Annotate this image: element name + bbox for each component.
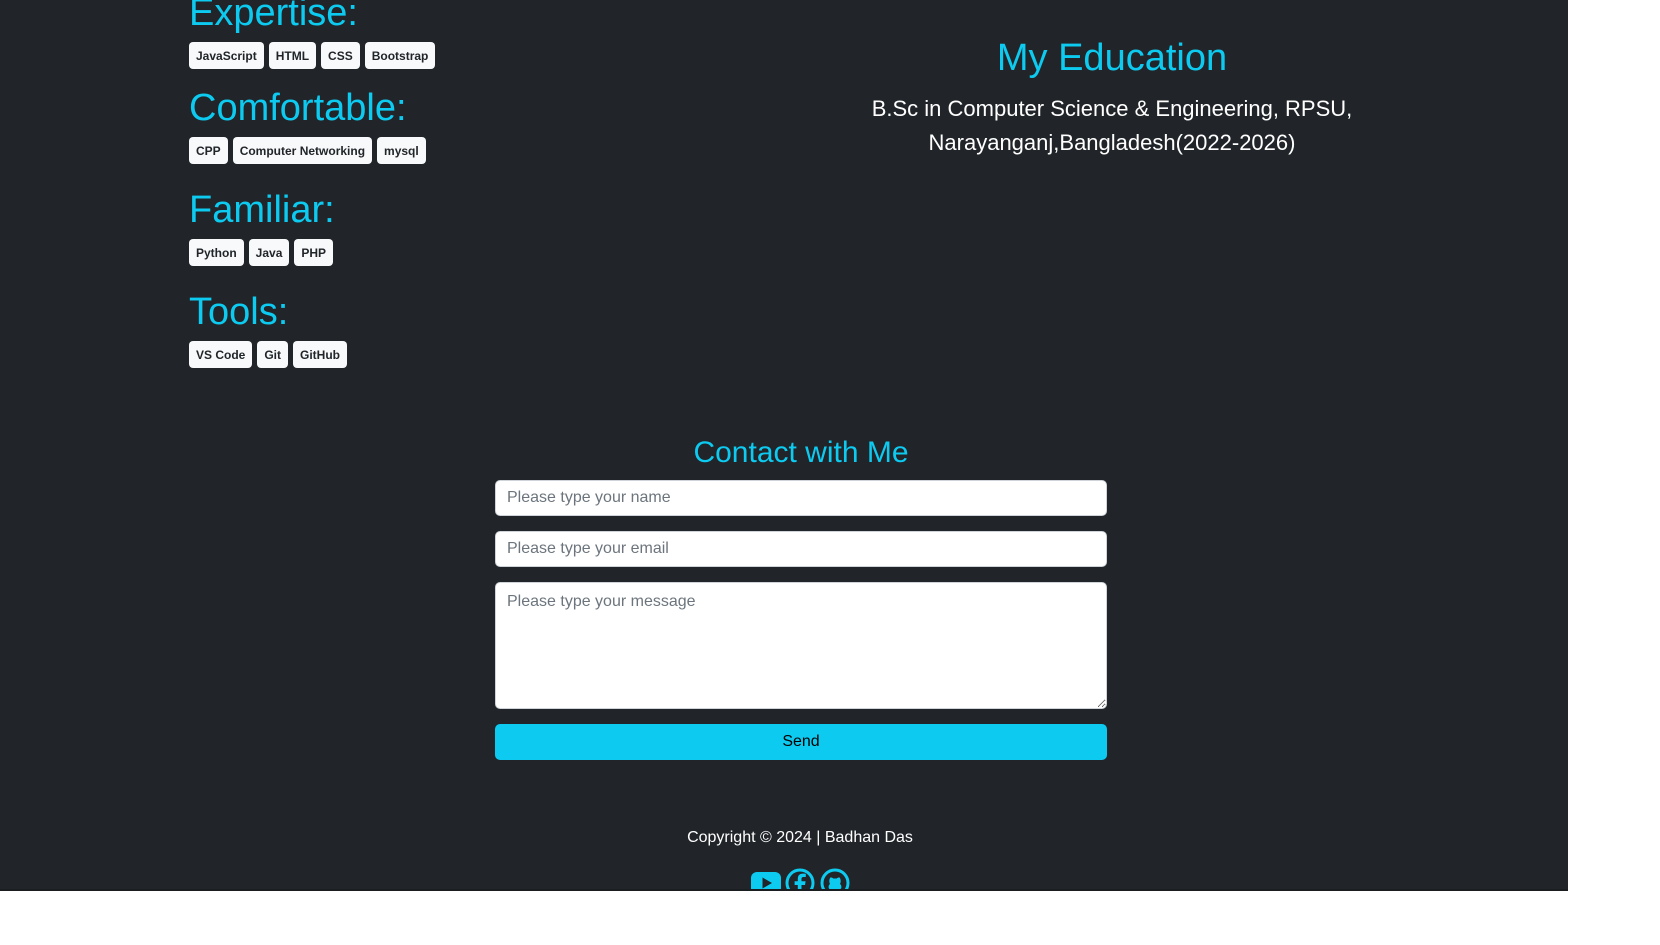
name-input[interactable] [495, 480, 1107, 516]
portfolio-page: Expertise: JavaScript HTML CSS Bootstrap… [0, 0, 1568, 889]
skill-badge-github: GitHub [293, 341, 348, 368]
tools-heading: Tools: [189, 291, 289, 333]
education-details: B.Sc in Computer Science & Engineering, … [850, 92, 1374, 160]
youtube-link[interactable] [750, 868, 781, 889]
page-bottom-border [0, 889, 1568, 891]
skill-badge-php: PHP [294, 239, 334, 266]
expertise-badges: JavaScript HTML CSS Bootstrap [189, 42, 436, 69]
comfortable-badges: CPP Computer Networking mysql [189, 137, 426, 164]
skill-badge-cpp: CPP [189, 137, 228, 164]
facebook-link[interactable] [785, 868, 815, 889]
skill-badge-vs-code: VS Code [189, 341, 253, 368]
skill-badge-bootstrap: Bootstrap [364, 42, 436, 69]
send-button[interactable]: Send [495, 724, 1107, 760]
education-location-line: Narayanganj,Bangladesh(2022-2026) [928, 130, 1296, 155]
comfortable-heading: Comfortable: [189, 87, 407, 129]
tools-badges: VS Code Git GitHub [189, 341, 348, 368]
skill-badge-git: Git [257, 341, 289, 368]
email-input[interactable] [495, 531, 1107, 567]
expertise-heading: Expertise: [189, 0, 358, 34]
familiar-heading: Familiar: [189, 189, 335, 231]
github-icon [820, 868, 850, 889]
familiar-badges: Python Java PHP [189, 239, 334, 266]
skill-badge-mysql: mysql [377, 137, 426, 164]
message-textarea[interactable] [495, 582, 1107, 709]
social-links [750, 868, 850, 889]
education-title: My Education [996, 37, 1228, 79]
skill-badge-html: HTML [268, 42, 317, 69]
facebook-icon [785, 868, 815, 889]
skill-badge-css: CSS [321, 42, 360, 69]
contact-section: Contact with Me Send [495, 434, 1107, 760]
youtube-icon [751, 872, 781, 889]
skill-badge-python: Python [189, 239, 244, 266]
education-section: My Education B.Sc in Computer Science & … [850, 36, 1374, 160]
skill-badge-javascript: JavaScript [189, 42, 264, 69]
skill-badge-java: Java [248, 239, 290, 266]
footer: Copyright © 2024 | Badhan Das [0, 828, 1568, 889]
skill-badge-computer-networking: Computer Networking [232, 137, 373, 164]
contact-title: Contact with Me [693, 436, 909, 469]
github-link[interactable] [820, 868, 850, 889]
education-degree-line: B.Sc in Computer Science & Engineering, … [871, 96, 1353, 121]
copyright-text: Copyright © 2024 | Badhan Das [687, 829, 913, 846]
